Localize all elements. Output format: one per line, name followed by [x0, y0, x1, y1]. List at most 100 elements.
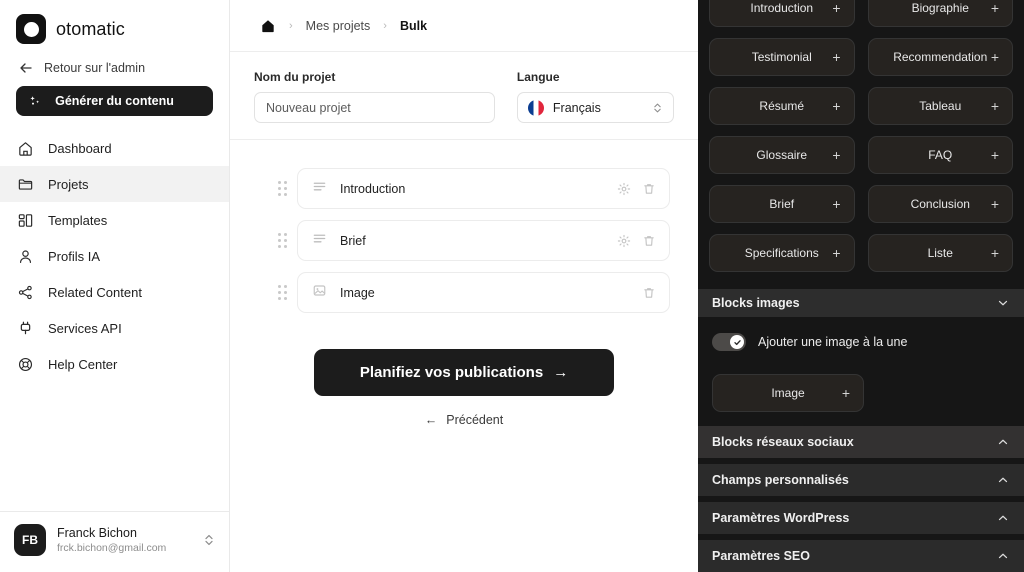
- previous-button[interactable]: ← Précédent: [425, 413, 503, 427]
- sidebar-item-templates[interactable]: Templates: [0, 202, 229, 238]
- home-icon[interactable]: [260, 18, 276, 34]
- text-lines-icon: [312, 231, 327, 251]
- user-meta: Franck Bichon frck.bichon@gmail.com: [57, 526, 192, 554]
- breadcrumb-item-bulk[interactable]: Bulk: [400, 19, 427, 33]
- section-title: Paramètres WordPress: [712, 511, 850, 525]
- chip-liste[interactable]: Liste +: [867, 234, 1013, 272]
- section-title: Blocks images: [712, 296, 800, 310]
- language-select[interactable]: Français: [516, 92, 674, 123]
- chip-label: FAQ: [928, 148, 953, 162]
- chip-conclusion[interactable]: Conclusion +: [867, 185, 1013, 223]
- project-name-input[interactable]: Nouveau projet: [254, 92, 495, 123]
- plus-icon: +: [832, 245, 841, 261]
- trash-icon[interactable]: [642, 286, 656, 300]
- sidebar-item-label: Services API: [48, 320, 122, 336]
- block-label: Brief: [340, 233, 366, 248]
- back-to-admin-link[interactable]: Retour sur l'admin: [0, 54, 229, 84]
- trash-icon[interactable]: [642, 234, 656, 248]
- block-actions: [617, 182, 656, 196]
- generate-content-label: Générer du contenu: [55, 94, 174, 108]
- chip-label: Brief: [769, 197, 795, 211]
- chip-faq[interactable]: FAQ +: [867, 136, 1013, 174]
- language-label: Langue: [516, 70, 560, 84]
- arrow-right-icon: →: [553, 364, 569, 381]
- gear-icon[interactable]: [617, 234, 631, 248]
- avatar: FB: [14, 524, 46, 556]
- home-icon: [16, 139, 34, 157]
- flag-france-icon: [527, 99, 544, 116]
- chip-label: Biographie: [911, 1, 969, 15]
- drag-handle-icon[interactable]: [278, 181, 287, 196]
- chevron-up-icon: [998, 553, 1008, 559]
- breadcrumb-item-mes-projets[interactable]: Mes projets: [306, 19, 371, 33]
- section-header-champs-personnalises[interactable]: Champs personnalisés: [698, 464, 1024, 496]
- user-profile[interactable]: FB Franck Bichon frck.bichon@gmail.com: [0, 511, 229, 572]
- sidebar-item-profils-ia[interactable]: Profils IA: [0, 238, 229, 274]
- block-actions: [617, 234, 656, 248]
- sidebar-item-services-api[interactable]: Services API: [0, 310, 229, 346]
- block-card-brief[interactable]: Brief: [297, 220, 670, 261]
- sidebar-item-label: Related Content: [48, 284, 142, 300]
- form-actions: Planifiez vos publications → ← Précédent: [230, 313, 698, 427]
- plus-icon: +: [990, 196, 999, 212]
- language-field: Langue Français: [516, 70, 674, 123]
- sidebar-item-help-center[interactable]: Help Center: [0, 346, 229, 382]
- language-value: Français: [552, 100, 601, 115]
- chip-glossaire[interactable]: Glossaire +: [709, 136, 855, 174]
- block-row: Image: [230, 272, 698, 313]
- chip-label: Image: [771, 386, 805, 400]
- section-title: Paramètres SEO: [712, 549, 810, 563]
- image-icon: [312, 283, 327, 303]
- gear-icon[interactable]: [617, 182, 631, 196]
- block-list: Introduction Brief Image: [230, 140, 698, 313]
- section-header-blocks-reseaux-sociaux[interactable]: Blocks réseaux sociaux: [698, 426, 1024, 458]
- drag-handle-icon[interactable]: [278, 233, 287, 248]
- sidebar-nav: Dashboard Projets Templates Profils IA R…: [0, 130, 229, 382]
- section-header-parametres-seo[interactable]: Paramètres SEO: [698, 540, 1024, 572]
- chevron-up-icon: [998, 439, 1008, 445]
- image-chip-wrap: Image +: [698, 357, 1024, 426]
- chip-label: Introduction: [750, 1, 814, 15]
- plus-icon: +: [990, 147, 999, 163]
- chip-resume[interactable]: Résumé +: [709, 87, 855, 125]
- sidebar-item-projets[interactable]: Projets: [0, 166, 229, 202]
- sidebar-item-related-content[interactable]: Related Content: [0, 274, 229, 310]
- breadcrumb: › Mes projets › Bulk: [230, 0, 698, 52]
- plus-icon: +: [990, 98, 999, 114]
- chip-testimonial[interactable]: Testimonial +: [709, 38, 855, 76]
- block-card-image[interactable]: Image: [297, 272, 670, 313]
- plus-icon: +: [832, 49, 841, 65]
- featured-image-toggle[interactable]: [712, 333, 746, 351]
- chevron-up-down-icon[interactable]: [203, 531, 215, 549]
- plug-icon: [16, 319, 34, 337]
- chip-label: Résumé: [759, 99, 805, 113]
- featured-image-toggle-label: Ajouter une image à la une: [758, 335, 908, 349]
- arrow-left-icon: ←: [424, 413, 438, 427]
- chip-biographie[interactable]: Biographie +: [867, 0, 1013, 27]
- generate-content-button[interactable]: Générer du contenu: [16, 86, 213, 116]
- project-form: Nom du projet Nouveau projet Langue Fran…: [230, 52, 698, 140]
- section-header-blocks-images[interactable]: Blocks images: [698, 289, 1024, 317]
- share-icon: [16, 283, 34, 301]
- back-to-admin-label: Retour sur l'admin: [44, 61, 146, 75]
- trash-icon[interactable]: [642, 182, 656, 196]
- schedule-publications-label: Planifiez vos publications: [359, 364, 544, 381]
- sidebar-item-dashboard[interactable]: Dashboard: [0, 130, 229, 166]
- section-header-parametres-wordpress[interactable]: Paramètres WordPress: [698, 502, 1024, 534]
- previous-label: Précédent: [446, 413, 504, 427]
- block-row: Brief: [230, 220, 698, 261]
- chip-specifications[interactable]: Specifications +: [709, 234, 855, 272]
- arrow-left-icon: [20, 63, 32, 73]
- block-label: Image: [340, 285, 375, 300]
- schedule-publications-button[interactable]: Planifiez vos publications →: [314, 349, 614, 396]
- drag-handle-icon[interactable]: [278, 285, 287, 300]
- chip-label: Specifications: [744, 246, 819, 260]
- block-card-introduction[interactable]: Introduction: [297, 168, 670, 209]
- chip-tableau[interactable]: Tableau +: [867, 87, 1013, 125]
- sparkles-icon: [28, 94, 42, 108]
- chip-introduction[interactable]: Introduction +: [709, 0, 855, 27]
- main-content: › Mes projets › Bulk Nom du projet Nouve…: [230, 0, 698, 572]
- chip-image[interactable]: Image +: [712, 374, 864, 412]
- chip-recommendation[interactable]: Recommendation +: [867, 38, 1013, 76]
- chip-brief[interactable]: Brief +: [709, 185, 855, 223]
